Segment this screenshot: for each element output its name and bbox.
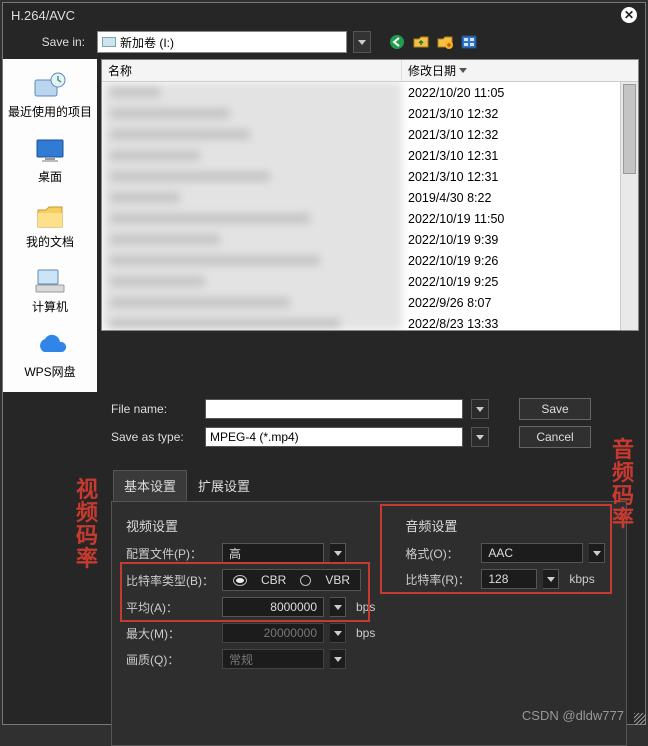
quality-label: 画质(Q)： <box>126 651 216 668</box>
save-as-type-select[interactable]: MPEG-4 (*.mp4) <box>205 427 463 447</box>
save-as-type-dropdown[interactable] <box>471 427 489 447</box>
audio-bitrate-dd[interactable] <box>543 569 559 589</box>
profile-select-dd[interactable] <box>330 543 346 563</box>
sort-desc-icon <box>459 68 467 73</box>
browser-area: 最近使用的项目 桌面 我的文档 计算机 WPS网盘 名称 <box>3 59 645 392</box>
sidebar-label: 计算机 <box>32 298 68 315</box>
file-name-input[interactable] <box>205 399 463 419</box>
sidebar-label: 桌面 <box>38 168 62 185</box>
file-date: 2022/10/19 11:50 <box>402 208 620 229</box>
recent-icon <box>33 71 67 101</box>
bitrate-type-group: CBR VBR <box>222 569 361 591</box>
settings-tabs: 基本设置 扩展设置 <box>113 470 645 501</box>
desktop-icon <box>33 136 67 166</box>
cancel-button[interactable]: Cancel <box>519 426 591 448</box>
save-button[interactable]: Save <box>519 398 591 420</box>
file-list-scrollbar[interactable] <box>620 82 638 330</box>
radio-vbr[interactable] <box>300 575 311 586</box>
audio-format-dd[interactable] <box>589 543 605 563</box>
audio-format-label: 格式(O)： <box>405 545 475 562</box>
file-date: 2022/10/19 9:25 <box>402 271 620 292</box>
watermark: CSDN @dldw777 <box>522 708 624 723</box>
sidebar-label: 我的文档 <box>26 233 74 250</box>
nav-new-folder-icon[interactable] <box>437 34 453 50</box>
tab-advanced[interactable]: 扩展设置 <box>187 470 261 501</box>
save-in-path[interactable]: 新加卷 (I:) <box>97 31 347 53</box>
column-name[interactable]: 名称 <box>102 60 402 81</box>
quality-select-dd <box>330 649 346 669</box>
sidebar-item-desktop[interactable]: 桌面 <box>3 128 97 193</box>
file-date-column: 2022/10/20 11:05 2021/3/10 12:32 2021/3/… <box>402 82 620 330</box>
audio-bitrate-label: 比特率(R)： <box>405 571 475 588</box>
file-date: 2022/9/26 8:07 <box>402 292 620 313</box>
places-sidebar: 最近使用的项目 桌面 我的文档 计算机 WPS网盘 <box>3 59 97 392</box>
avg-bitrate-label: 平均(A)： <box>126 599 216 616</box>
bitrate-type-label: 比特率类型(B)： <box>126 572 216 589</box>
dialog-window: H.264/AVC ✕ Save in: 新加卷 (I:) <box>2 2 646 725</box>
avg-bitrate-dd[interactable] <box>330 597 346 617</box>
max-bitrate-input: 20000000 <box>222 623 324 643</box>
audio-format-select[interactable]: AAC <box>481 543 583 563</box>
audio-heading: 音频设置 <box>405 516 612 535</box>
max-bitrate-unit: bps <box>356 626 375 640</box>
file-date: 2021/3/10 12:32 <box>402 124 620 145</box>
documents-icon <box>33 201 67 231</box>
video-settings: 视频设置 配置文件(P)： 高 比特率类型(B)： CBR VBR <box>126 516 375 675</box>
save-in-value: 新加卷 (I:) <box>120 34 174 51</box>
file-name-label: File name: <box>111 402 197 416</box>
max-bitrate-label: 最大(M)： <box>126 625 216 642</box>
audio-bitrate-select[interactable]: 128 <box>481 569 537 589</box>
audio-settings: 音频设置 格式(O)： AAC 比特率(R)： 128 kbps <box>405 516 612 675</box>
resize-grip-icon[interactable] <box>630 709 648 727</box>
file-date: 2022/8/23 13:33 <box>402 313 620 330</box>
file-date: 2021/3/10 12:31 <box>402 166 620 187</box>
file-name-dropdown[interactable] <box>471 399 489 419</box>
titlebar: H.264/AVC ✕ <box>3 3 645 27</box>
radio-cbr-label: CBR <box>261 573 286 587</box>
file-date: 2019/4/30 8:22 <box>402 187 620 208</box>
file-date: 2022/10/20 11:05 <box>402 82 620 103</box>
file-date: 2022/10/19 9:26 <box>402 250 620 271</box>
save-in-row: Save in: 新加卷 (I:) <box>3 27 645 59</box>
file-list-header: 名称 修改日期 <box>102 60 638 82</box>
sidebar-item-recent[interactable]: 最近使用的项目 <box>3 63 97 128</box>
profile-label: 配置文件(P)： <box>126 545 216 562</box>
column-date[interactable]: 修改日期 <box>402 60 532 81</box>
sidebar-item-documents[interactable]: 我的文档 <box>3 193 97 258</box>
max-bitrate-dd <box>330 623 346 643</box>
nav-up-icon[interactable] <box>413 34 429 50</box>
profile-select[interactable]: 高 <box>222 543 324 563</box>
nav-view-icon[interactable] <box>461 34 477 50</box>
scrollbar-thumb[interactable] <box>623 84 636 174</box>
computer-icon <box>33 266 67 296</box>
close-icon[interactable]: ✕ <box>621 7 637 23</box>
save-in-label: Save in: <box>13 35 91 49</box>
quality-select: 常规 <box>222 649 324 669</box>
file-name-column-blurred <box>102 82 402 330</box>
sidebar-item-computer[interactable]: 计算机 <box>3 258 97 323</box>
avg-bitrate-unit: bps <box>356 600 375 614</box>
video-heading: 视频设置 <box>126 516 375 535</box>
tab-basic[interactable]: 基本设置 <box>113 470 187 501</box>
nav-back-icon[interactable] <box>389 34 405 50</box>
radio-vbr-label: VBR <box>325 573 350 587</box>
sidebar-item-wps[interactable]: WPS网盘 <box>3 323 97 388</box>
wps-cloud-icon <box>33 331 67 361</box>
radio-cbr[interactable] <box>233 575 247 586</box>
drive-icon <box>102 37 116 47</box>
file-date: 2021/3/10 12:31 <box>402 145 620 166</box>
file-list[interactable]: 名称 修改日期 <box>101 59 639 331</box>
column-date-label: 修改日期 <box>408 62 456 79</box>
save-as-type-label: Save as type: <box>111 430 197 444</box>
title-text: H.264/AVC <box>11 8 75 23</box>
file-date: 2021/3/10 12:32 <box>402 103 620 124</box>
avg-bitrate-input[interactable]: 8000000 <box>222 597 324 617</box>
sidebar-label: WPS网盘 <box>24 363 75 380</box>
sidebar-label: 最近使用的项目 <box>8 103 92 120</box>
file-date: 2022/10/19 9:39 <box>402 229 620 250</box>
save-in-dropdown[interactable] <box>353 31 371 53</box>
audio-bitrate-unit: kbps <box>569 572 594 586</box>
